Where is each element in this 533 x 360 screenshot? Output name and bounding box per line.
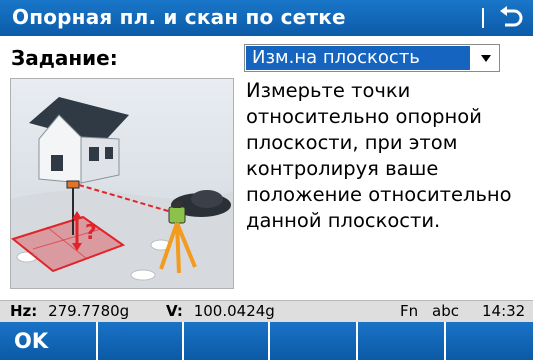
softkey-ok[interactable]: OK <box>0 322 98 360</box>
v-readout: V: 100.0424g <box>166 302 275 320</box>
reference-plane-illustration: ? <box>10 78 234 289</box>
instruction-text: Измерьте точки относительно опорной плос… <box>246 79 512 232</box>
input-mode-indicator: abc <box>432 302 459 320</box>
softkey-2[interactable] <box>98 322 184 360</box>
v-value: 100.0424g <box>193 302 275 320</box>
softkey-ok-label: OK <box>14 329 49 353</box>
softkey-6[interactable] <box>446 322 533 360</box>
task-dropdown[interactable]: Изм.на плоскость <box>244 44 500 72</box>
status-bar: Hz: 279.7780g V: 100.0424g Fn abc 14:32 <box>0 300 533 322</box>
dropdown-arrow-icon[interactable] <box>481 55 491 62</box>
task-label: Задание: <box>11 46 118 70</box>
task-dropdown-value: Изм.на плоскость <box>246 46 470 70</box>
title-bar: Опорная пл. и скан по сетке <box>0 0 533 36</box>
page-title: Опорная пл. и скан по сетке <box>12 5 346 29</box>
softkey-5[interactable] <box>358 322 446 360</box>
svg-text:?: ? <box>85 220 97 244</box>
back-button[interactable] <box>496 4 526 32</box>
fn-indicator: Fn <box>400 302 419 320</box>
hz-value: 279.7780g <box>48 302 130 320</box>
title-separator <box>482 8 484 28</box>
v-label: V: <box>166 302 183 320</box>
softkey-bar: OK <box>0 322 533 360</box>
surveying-reference-plane-illustration: ? <box>11 79 233 288</box>
softkey-4[interactable] <box>270 322 358 360</box>
hz-readout: Hz: 279.7780g <box>10 302 129 320</box>
return-arrow-icon <box>500 6 523 27</box>
softkey-3[interactable] <box>184 322 270 360</box>
hz-label: Hz: <box>10 302 38 320</box>
clock: 14:32 <box>482 302 526 320</box>
